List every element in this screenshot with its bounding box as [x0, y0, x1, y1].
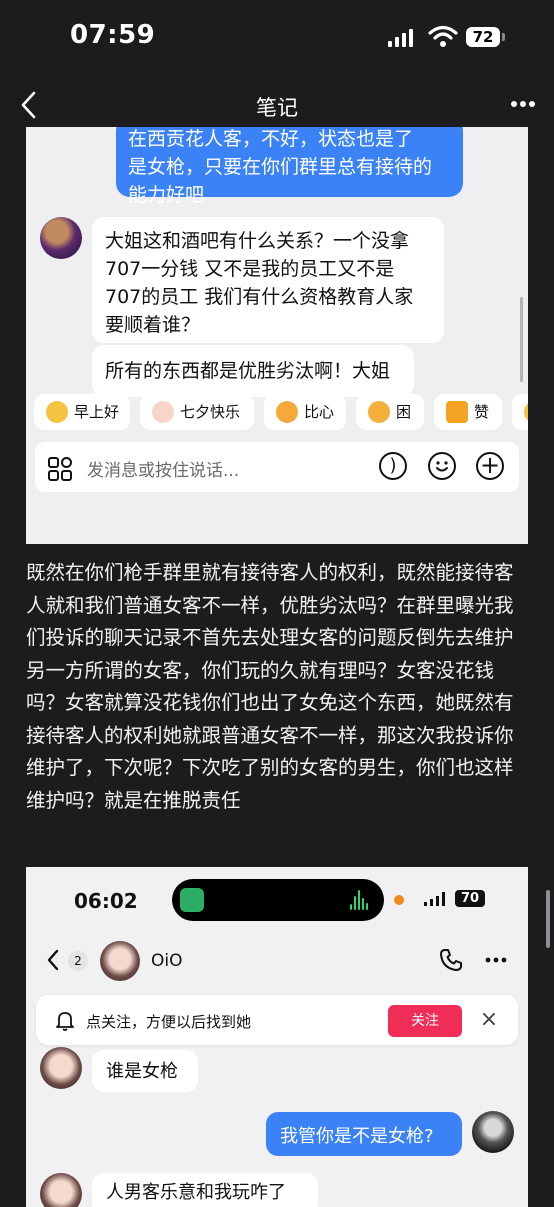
note-body-text: 既然在你们枪手群里就有接待客人的权利，既然能接待客人就和我们普通女客不一样，优胜…: [26, 561, 514, 812]
message-line: 707的员工 我们有什么资格教育人家: [105, 286, 414, 308]
status-time: 06:02: [74, 889, 138, 913]
chat-screenshot-2: 06:02 70 2 OiO 点关注，方便以后找到她 关注 × 谁是女枪 我管你…: [26, 867, 528, 1207]
message-text: 谁是女枪: [106, 1061, 178, 1082]
received-message-bubble: 谁是女枪: [92, 1050, 198, 1092]
quick-reply-chip: 困: [356, 394, 424, 430]
emoji-icon: [428, 452, 456, 480]
page-scrollbar: [546, 890, 550, 948]
close-icon: ×: [479, 1007, 499, 1032]
quick-reply-chip: 七夕快乐: [140, 394, 254, 430]
quick-reply-chip: 比心: [264, 394, 346, 430]
plus-icon: +: [476, 452, 504, 480]
message-input-placeholder: 发消息或按住说话...: [87, 461, 240, 481]
quick-reply-chip: 赞: [434, 394, 502, 430]
battery-indicator: 72: [466, 27, 500, 47]
avatar: [40, 217, 82, 259]
emoji-icon: [524, 401, 528, 423]
battery-tip: [502, 33, 505, 41]
more-icon[interactable]: [510, 100, 536, 108]
chip-label: 早上好: [74, 403, 120, 421]
battery-indicator: 70: [455, 890, 485, 907]
sleepy-face-icon: [368, 401, 390, 423]
more-icon: [485, 957, 507, 963]
message-line: 在西贡花人客，不好，状态也是了: [128, 128, 414, 150]
chat-screenshot-1: 在西贡花人客，不好，状态也是了 是女枪，只要在你们群里总有接待的 能力好吧 大姐…: [26, 127, 528, 544]
message-line: 要顺着谁？: [105, 314, 201, 336]
notice-text: 点关注，方便以后找到她: [86, 1013, 252, 1031]
sent-message-bubble: 在西贡花人客，不好，状态也是了 是女枪，只要在你们群里总有接待的 能力好吧: [116, 127, 463, 206]
apps-icon: [48, 457, 72, 481]
phone-icon: [440, 949, 462, 971]
bell-icon: [56, 1012, 74, 1031]
wifi-icon: [428, 25, 458, 47]
page-title: 笔记: [256, 96, 298, 120]
avatar: [40, 1173, 82, 1207]
sun-face-icon: [46, 401, 68, 423]
avatar: [100, 941, 140, 981]
received-message-bubble: 人男客乐意和我玩咋了: [92, 1173, 318, 1207]
sent-message-bubble: 我管你是不是女枪?: [266, 1112, 462, 1156]
follow-notice-banner: 点关注，方便以后找到她 关注 ×: [36, 995, 518, 1045]
back-icon: [47, 949, 59, 971]
wechat-icon: [180, 888, 204, 912]
avatar: [40, 1047, 82, 1089]
message-text: 所有的东西都是优胜劣汰啊！大姐: [105, 360, 391, 382]
quick-reply-chip: [512, 394, 528, 430]
received-message-bubble: 所有的东西都是优胜劣汰啊！大姐: [92, 345, 414, 397]
avatar: [472, 1111, 514, 1153]
recording-dot: [394, 895, 404, 905]
message-line: 707一分钱 又不是我的员工又不是: [105, 258, 395, 280]
heart-face-icon: [276, 401, 298, 423]
signal-icon: [388, 29, 414, 47]
chip-label: 困: [396, 403, 412, 421]
chip-label: 赞: [474, 403, 490, 421]
message-text: 人男客乐意和我玩咋了: [106, 1182, 286, 1203]
dynamic-island: [172, 879, 384, 921]
chip-label: 七夕快乐: [180, 403, 241, 421]
message-line: 是女枪，只要在你们群里总有接待的: [128, 156, 433, 178]
hand-heart-icon: [152, 401, 174, 423]
signal-icon: [424, 892, 446, 906]
scrollbar: [520, 297, 523, 382]
voice-icon: ): [379, 452, 407, 480]
follow-button: 关注: [388, 1005, 462, 1037]
received-message-bubble: 大姐这和酒吧有什么关系？一个没拿 707一分钱 又不是我的员工又不是 707的员…: [92, 217, 444, 343]
thumbs-up-icon: [446, 401, 468, 423]
contact-name: OiO: [151, 951, 183, 971]
status-time: 07:59: [70, 20, 156, 50]
chip-label: 比心: [304, 403, 335, 421]
message-line: 能力好吧: [128, 184, 205, 206]
unread-badge: 2: [68, 951, 88, 971]
message-text: 我管你是不是女枪?: [280, 1126, 434, 1147]
audio-wave-icon: [350, 890, 370, 910]
message-line: 大姐这和酒吧有什么关系？一个没拿: [105, 230, 410, 252]
message-input-bar: 发消息或按住说话... ) +: [35, 442, 519, 492]
quick-reply-bar: 早上好 七夕快乐 比心 困 赞: [34, 394, 528, 432]
quick-reply-chip: 早上好: [34, 394, 130, 430]
